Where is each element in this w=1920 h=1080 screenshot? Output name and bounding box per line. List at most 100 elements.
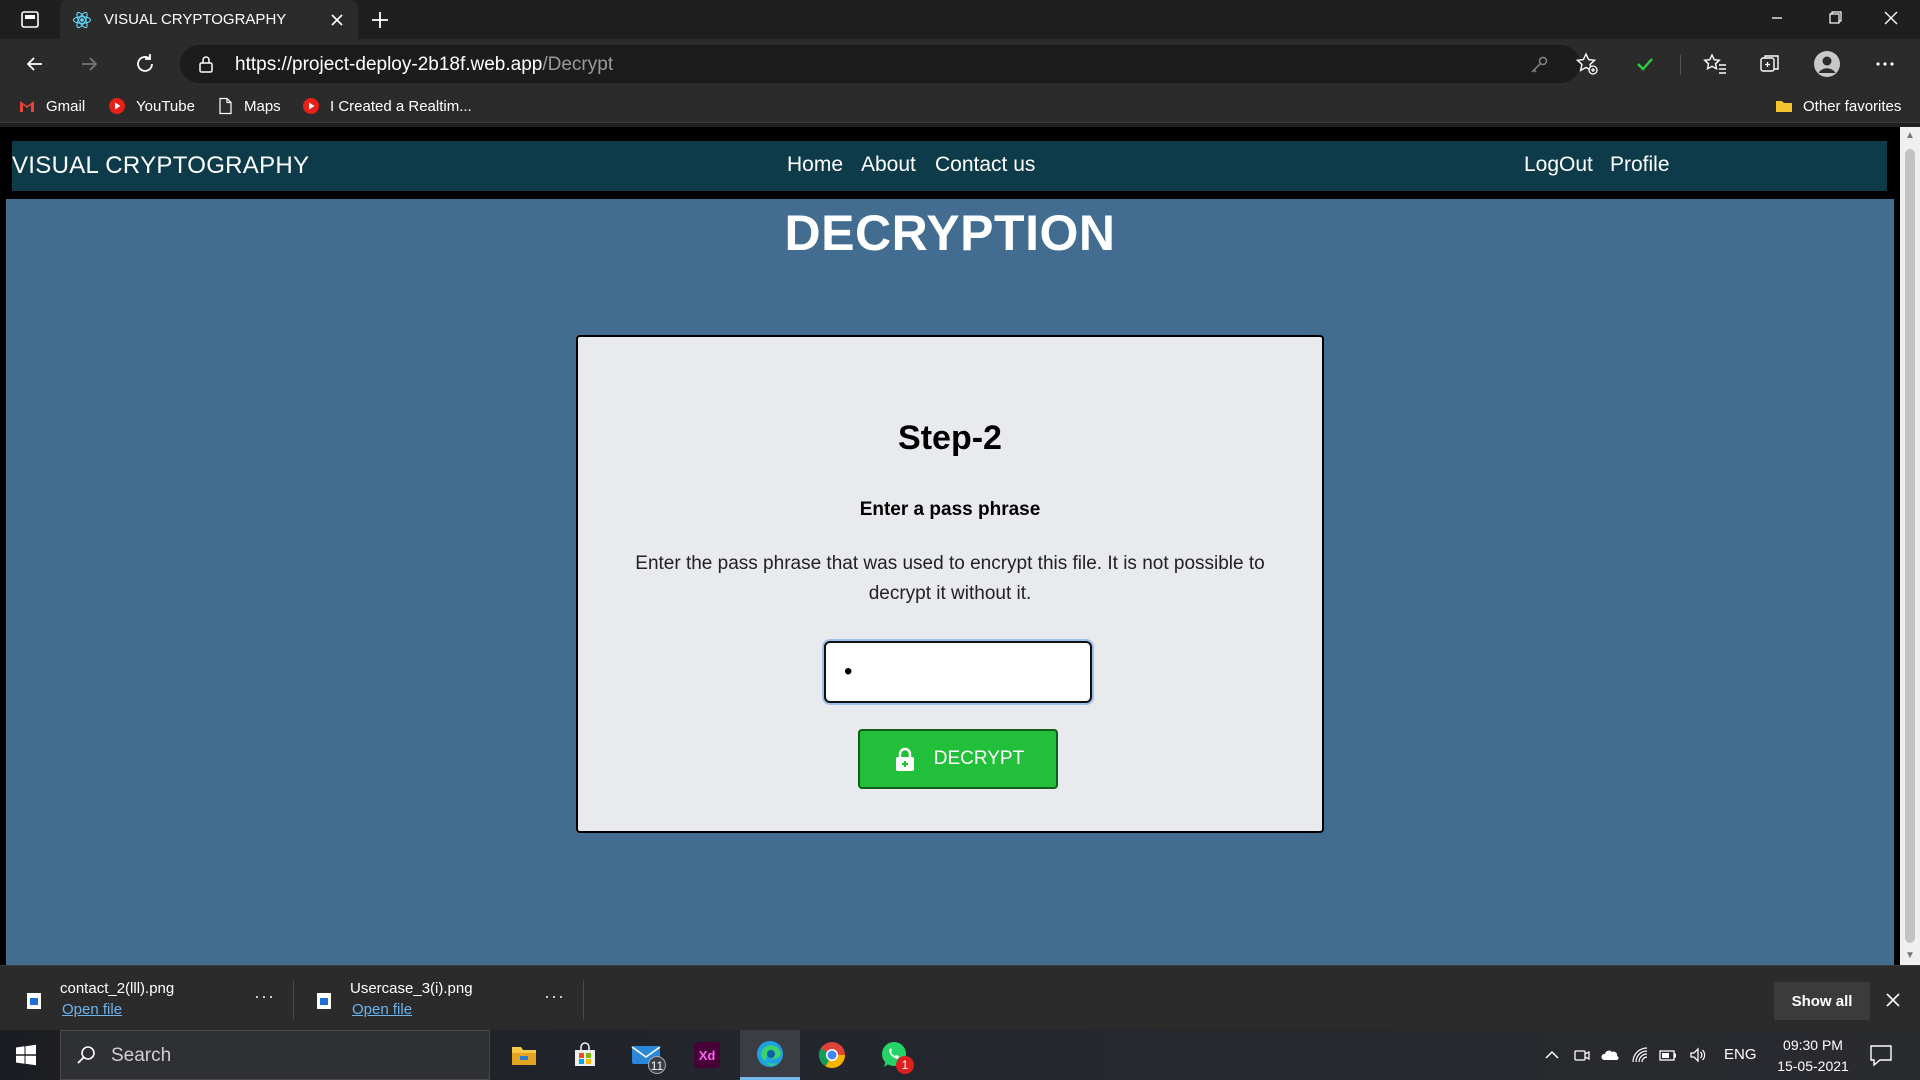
url-text[interactable]: https://project-deploy-2b18f.web.app/Dec… — [235, 54, 613, 76]
restore-icon[interactable] — [1806, 0, 1864, 36]
taskbar-store[interactable] — [555, 1030, 615, 1080]
image-file-icon — [27, 993, 41, 1009]
forward-icon[interactable] — [74, 49, 104, 79]
other-favorites-label: Other favorites — [1803, 97, 1902, 115]
step-subtitle: Enter a pass phrase — [859, 499, 1041, 520]
bookmarks-bar: Gmail YouTube Maps I Created a Realtim..… — [0, 89, 1920, 123]
taskbar-whatsapp[interactable]: 1 — [864, 1030, 924, 1080]
taskbar-chrome[interactable] — [802, 1030, 862, 1080]
profile-avatar-icon[interactable] — [1812, 49, 1842, 79]
chrome-icon — [818, 1042, 846, 1069]
more-menu-icon[interactable] — [1870, 49, 1900, 79]
edge-icon — [757, 1040, 783, 1067]
page-icon — [219, 97, 232, 115]
key-icon[interactable] — [1528, 54, 1550, 76]
battery-icon[interactable] — [1658, 1045, 1678, 1065]
page-viewport: VISUAL CRYPTOGRAPHY Home About Contact u… — [0, 127, 1900, 965]
whatsapp-badge: 1 — [896, 1056, 914, 1074]
download-item[interactable]: contact_2(lll).png Open file ··· — [0, 976, 280, 1022]
bookmark-label: YouTube — [136, 97, 195, 115]
browser-tab-bar: VISUAL CRYPTOGRAPHY — [0, 0, 1920, 39]
meet-now-icon[interactable] — [1572, 1045, 1592, 1065]
nav-link-profile[interactable]: Profile — [1610, 153, 1670, 177]
open-file-link[interactable]: Open file — [62, 1001, 122, 1018]
site-navbar: VISUAL CRYPTOGRAPHY Home About Contact u… — [12, 141, 1887, 191]
system-clock[interactable]: 09:30 PM 15-05-2021 — [1768, 1035, 1858, 1077]
downloads-bar: contact_2(lll).png Open file ··· Usercas… — [0, 965, 1920, 1030]
favorites-icon[interactable] — [1700, 49, 1730, 79]
windows-start-icon[interactable] — [14, 1043, 38, 1067]
step-description: Enter the pass phrase that was used to e… — [635, 553, 1265, 604]
refresh-icon[interactable] — [130, 49, 160, 79]
decrypt-button[interactable]: DECRYPT — [858, 729, 1058, 789]
browser-tab-active[interactable]: VISUAL CRYPTOGRAPHY — [60, 0, 358, 39]
search-placeholder: Search — [111, 1045, 172, 1066]
site-brand[interactable]: VISUAL CRYPTOGRAPHY — [12, 152, 309, 180]
folder-icon — [1776, 101, 1792, 112]
scroll-down-icon[interactable]: ▼ — [1905, 951, 1915, 961]
bookmark-youtube[interactable]: YouTube — [108, 94, 195, 118]
add-favorite-icon[interactable] — [1572, 49, 1602, 79]
minimize-icon[interactable] — [1748, 0, 1806, 36]
nav-link-logout[interactable]: LogOut — [1524, 153, 1593, 177]
back-icon[interactable] — [20, 49, 50, 79]
taskbar-search[interactable]: Search — [60, 1030, 490, 1080]
close-window-icon[interactable] — [1862, 0, 1920, 36]
adobe-xd-icon: Xd — [694, 1042, 720, 1068]
close-tab-icon[interactable] — [326, 9, 348, 31]
scrollbar-thumb[interactable] — [1905, 149, 1915, 943]
taskbar-adobe-xd[interactable]: Xd — [677, 1030, 737, 1080]
youtube-icon — [109, 98, 125, 114]
clock-time: 09:30 PM — [1783, 1037, 1843, 1053]
new-tab-icon[interactable] — [368, 8, 392, 32]
windows-taskbar: Search 11 Xd 1 ENG 09:30 PM 15-05-2021 — [0, 1030, 1920, 1080]
page-content: DECRYPTION Step-2 Enter a pass phrase En… — [6, 199, 1894, 965]
url-path: /Decrypt — [542, 54, 614, 75]
bookmark-maps[interactable]: Maps — [216, 94, 281, 118]
chevron-up-icon[interactable] — [1542, 1045, 1562, 1065]
page-title: DECRYPTION — [784, 205, 1116, 261]
gmail-icon — [20, 101, 34, 112]
download-more-icon[interactable]: ··· — [254, 986, 275, 1007]
folder-icon — [512, 1047, 536, 1065]
show-all-button[interactable]: Show all — [1774, 982, 1870, 1020]
taskbar-edge[interactable] — [740, 1030, 800, 1080]
download-item[interactable]: Usercase_3(i).png Open file ··· — [290, 976, 570, 1022]
tab-title: VISUAL CRYPTOGRAPHY — [104, 11, 287, 28]
download-divider — [583, 980, 584, 1020]
nav-link-home[interactable]: Home — [787, 153, 843, 177]
other-favorites[interactable]: Other favorites — [1775, 94, 1901, 118]
address-bar[interactable]: https://project-deploy-2b18f.web.app/Dec… — [180, 45, 1580, 83]
notifications-icon[interactable] — [1868, 1043, 1894, 1067]
wifi-icon[interactable] — [1630, 1045, 1650, 1065]
close-downloads-icon[interactable] — [1882, 989, 1904, 1011]
page-scrollbar[interactable]: ▲ ▼ — [1900, 127, 1920, 965]
youtube-icon — [303, 98, 319, 114]
open-file-link[interactable]: Open file — [352, 1001, 412, 1018]
collections-icon[interactable] — [1755, 49, 1785, 79]
tab-actions-icon[interactable] — [14, 8, 46, 32]
search-icon — [77, 1046, 95, 1064]
svg-text:Xd: Xd — [699, 1048, 716, 1063]
download-more-icon[interactable]: ··· — [544, 986, 565, 1007]
onedrive-icon[interactable] — [1600, 1045, 1620, 1065]
store-icon — [575, 1042, 595, 1066]
taskbar-mail[interactable]: 11 — [616, 1030, 676, 1080]
bookmark-label: Gmail — [46, 97, 86, 115]
toolbar-divider — [1680, 55, 1681, 75]
extension-check-icon[interactable] — [1630, 49, 1660, 79]
nav-link-about[interactable]: About — [861, 153, 916, 177]
scroll-up-icon[interactable]: ▲ — [1905, 131, 1915, 141]
passphrase-input[interactable] — [824, 641, 1092, 703]
download-filename: Usercase_3(i).png — [350, 980, 473, 997]
lock-icon[interactable] — [196, 54, 216, 74]
bookmark-label: I Created a Realtim... — [330, 97, 472, 115]
bookmark-gmail[interactable]: Gmail — [18, 94, 85, 118]
mail-badge: 11 — [648, 1056, 666, 1074]
language-indicator[interactable]: ENG — [1724, 1046, 1757, 1063]
bookmark-realtime-video[interactable]: I Created a Realtim... — [302, 94, 472, 118]
taskbar-file-explorer[interactable] — [494, 1030, 554, 1080]
nav-link-contact[interactable]: Contact us — [935, 153, 1035, 177]
address-toolbar: https://project-deploy-2b18f.web.app/Dec… — [0, 39, 1920, 89]
volume-icon[interactable] — [1688, 1045, 1708, 1065]
